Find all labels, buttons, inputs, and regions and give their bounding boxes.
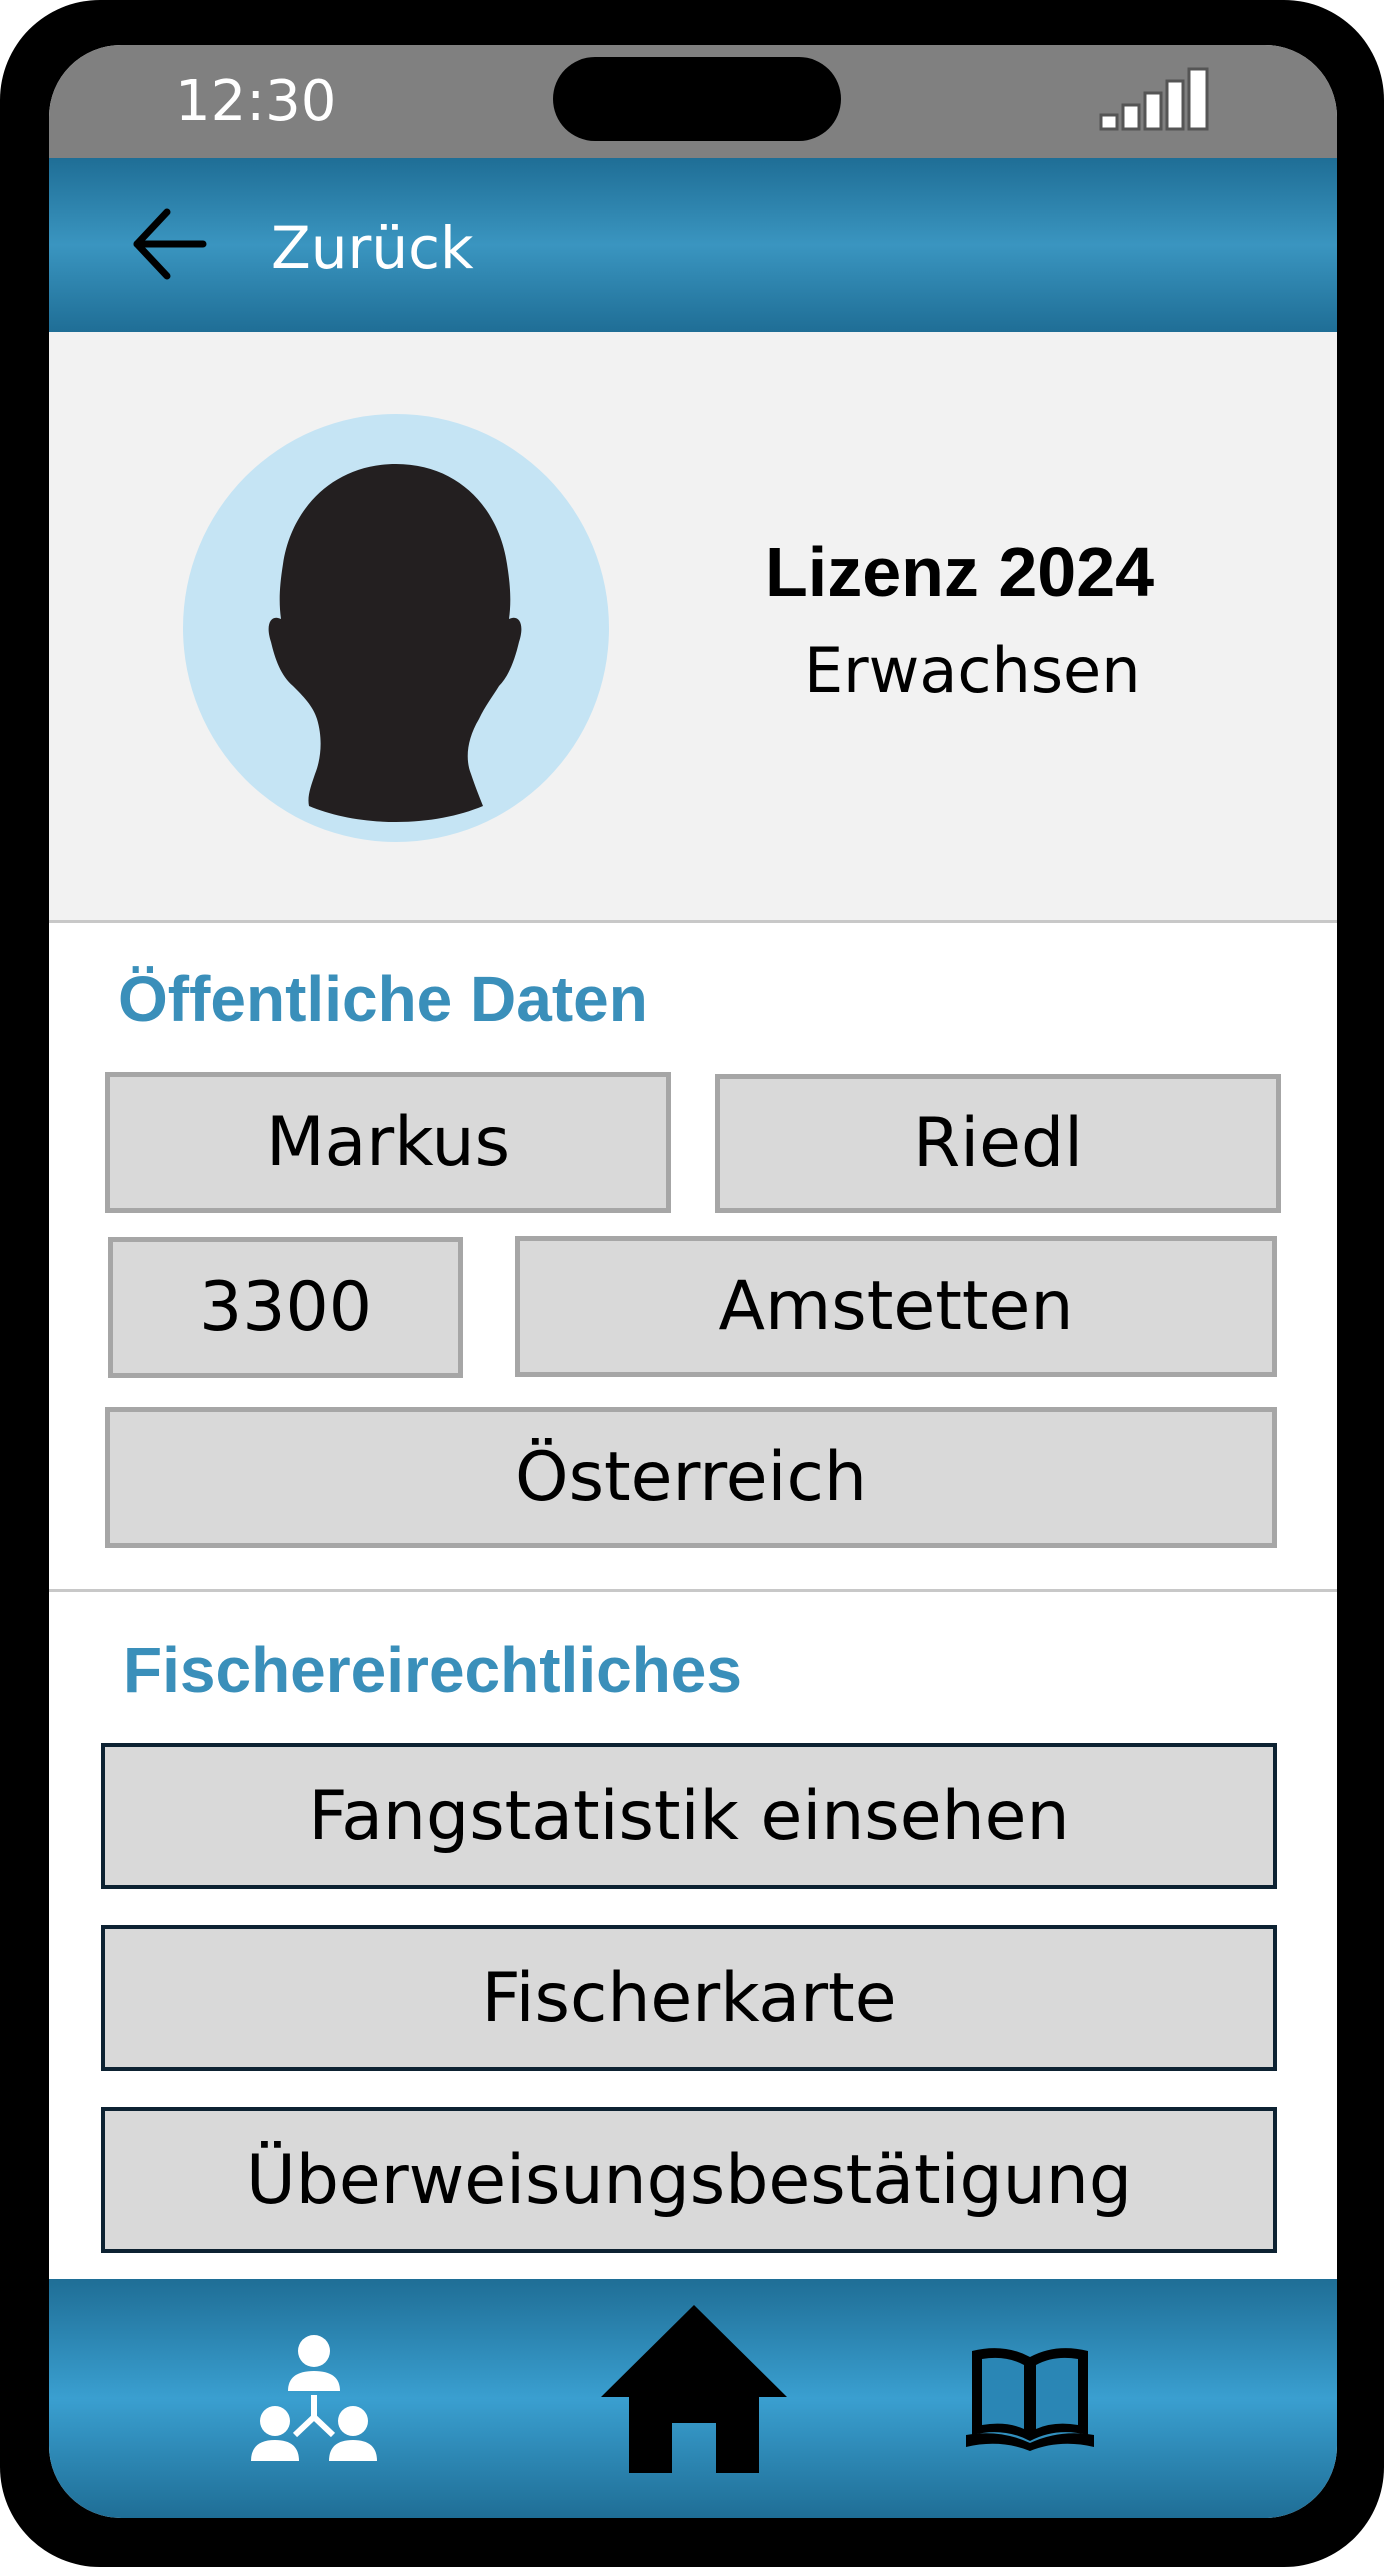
app-header: Zurück — [49, 158, 1337, 332]
person-silhouette-icon — [268, 464, 522, 822]
nav-item-community[interactable] — [239, 2329, 389, 2479]
signal-bars-icon — [1099, 67, 1209, 131]
back-button[interactable]: Zurück — [109, 178, 549, 312]
fishing-rights-heading: Fischereirechtliches — [123, 1634, 742, 1706]
community-icon — [251, 2335, 377, 2461]
home-icon — [601, 2305, 787, 2473]
status-bar: 12:30 — [49, 45, 1337, 158]
transfer-confirmation-button[interactable]: Überweisungsbestätigung — [101, 2107, 1277, 2253]
last-name-field: Riedl — [715, 1074, 1281, 1213]
phone-screen: 12:30 Zurück Lizenz 2024 Erwachsen Öffen… — [49, 45, 1337, 2518]
license-category: Erwachsen — [804, 634, 1141, 707]
catch-statistics-button[interactable]: Fangstatistik einsehen — [101, 1743, 1277, 1889]
country-field: Österreich — [105, 1407, 1277, 1548]
camera-notch — [553, 57, 841, 141]
avatar — [183, 414, 609, 842]
section-divider — [49, 920, 1337, 923]
bottom-navigation — [49, 2279, 1337, 2518]
license-title: Lizenz 2024 — [765, 533, 1155, 611]
nav-item-book[interactable] — [964, 2343, 1096, 2453]
fishing-card-button[interactable]: Fischerkarte — [101, 1925, 1277, 2071]
book-icon — [966, 2348, 1094, 2451]
back-label: Zurück — [271, 214, 474, 282]
postal-code-field: 3300 — [108, 1237, 463, 1378]
section-divider — [49, 1589, 1337, 1592]
first-name-field: Markus — [105, 1072, 671, 1213]
nav-item-home[interactable] — [599, 2305, 789, 2485]
license-profile-card: Lizenz 2024 Erwachsen — [49, 332, 1337, 922]
phone-frame: 12:30 Zurück Lizenz 2024 Erwachsen Öffen… — [0, 0, 1384, 2567]
status-time: 12:30 — [175, 69, 337, 134]
arrow-left-icon — [133, 208, 207, 280]
public-data-heading: Öffentliche Daten — [118, 963, 648, 1035]
city-field: Amstetten — [515, 1236, 1277, 1377]
